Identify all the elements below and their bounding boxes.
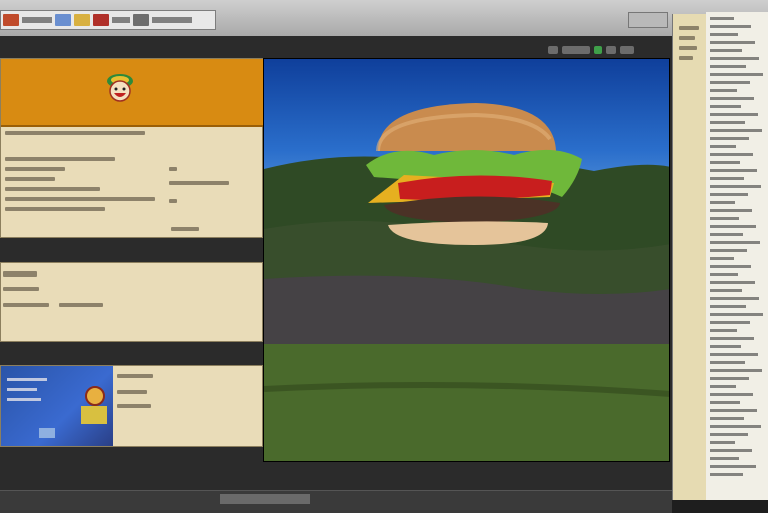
info-card-2[interactable] xyxy=(0,262,263,342)
document-line xyxy=(710,377,749,380)
document-line xyxy=(710,153,753,156)
card-header xyxy=(1,59,264,127)
document-line xyxy=(710,145,736,148)
tab-text-3 xyxy=(152,17,192,23)
image-viewer[interactable] xyxy=(263,58,670,462)
document-line xyxy=(710,81,750,84)
card2-line xyxy=(3,303,49,307)
thumbnail-image[interactable] xyxy=(1,366,113,446)
document-line xyxy=(710,121,745,124)
thumbnail-tabs[interactable] xyxy=(0,10,216,30)
zoom-level-bar[interactable] xyxy=(562,46,590,54)
card2-line xyxy=(59,303,103,307)
document-line xyxy=(710,433,748,436)
card3-text xyxy=(113,366,263,446)
card1-footer-text xyxy=(171,227,201,231)
document-line xyxy=(710,185,761,188)
document-line xyxy=(710,449,752,452)
document-line xyxy=(710,369,762,372)
document-line xyxy=(710,113,758,116)
burger-image xyxy=(366,103,582,245)
status-bar xyxy=(0,490,672,513)
card1-side-text xyxy=(169,167,249,203)
document-line xyxy=(710,289,742,292)
document-line xyxy=(710,41,755,44)
document-line xyxy=(710,337,754,340)
document-line xyxy=(710,313,763,316)
document-panel[interactable] xyxy=(706,12,768,500)
document-line xyxy=(710,401,740,404)
document-line xyxy=(710,441,735,444)
document-line xyxy=(710,385,736,388)
document-line xyxy=(710,177,744,180)
document-line xyxy=(710,193,748,196)
document-line xyxy=(710,329,737,332)
document-line xyxy=(710,417,744,420)
document-line xyxy=(710,257,734,260)
document-line xyxy=(710,33,738,36)
info-card-1[interactable] xyxy=(0,58,264,238)
tab-text-1 xyxy=(22,17,52,23)
settings-icon[interactable] xyxy=(606,46,616,54)
document-line xyxy=(710,17,734,20)
document-line xyxy=(710,345,741,348)
document-line xyxy=(710,305,746,308)
document-line xyxy=(710,393,753,396)
document-line xyxy=(710,161,740,164)
document-line xyxy=(710,49,742,52)
document-line xyxy=(710,297,759,300)
window-controls[interactable] xyxy=(628,12,668,28)
document-line xyxy=(710,353,758,356)
document-line xyxy=(710,321,750,324)
tab-thumb-2[interactable] xyxy=(55,14,71,26)
tab-text-2 xyxy=(112,17,130,23)
document-line xyxy=(710,209,752,212)
document-line xyxy=(710,457,739,460)
tab-thumb-5[interactable] xyxy=(133,14,149,26)
document-line xyxy=(710,25,751,28)
document-line xyxy=(710,473,743,476)
document-line xyxy=(710,57,759,60)
document-line xyxy=(710,273,738,276)
document-line xyxy=(710,241,760,244)
card2-title xyxy=(3,271,37,277)
tab-thumb-4[interactable] xyxy=(93,14,109,26)
document-line xyxy=(710,465,756,468)
document-line xyxy=(710,137,749,140)
document-line xyxy=(710,129,762,132)
document-line xyxy=(710,97,754,100)
document-line xyxy=(710,249,747,252)
document-line xyxy=(710,73,763,76)
side-toolbar[interactable] xyxy=(672,14,707,500)
document-line xyxy=(710,425,761,428)
document-line xyxy=(710,65,746,68)
status-text xyxy=(220,494,310,504)
zoom-icon[interactable] xyxy=(548,46,558,54)
document-line xyxy=(710,233,743,236)
document-line xyxy=(710,281,755,284)
info-card-3[interactable] xyxy=(0,365,263,447)
document-line xyxy=(710,217,739,220)
document-line xyxy=(710,169,757,172)
tab-thumb-3[interactable] xyxy=(74,14,90,26)
document-line xyxy=(710,265,751,268)
tab-thumb-1[interactable] xyxy=(3,14,19,26)
document-line xyxy=(710,225,756,228)
document-line xyxy=(710,201,735,204)
color-icon[interactable] xyxy=(594,46,602,54)
document-line xyxy=(710,105,741,108)
document-line xyxy=(710,89,737,92)
viewer-toolbar xyxy=(548,44,668,56)
toggle-icon[interactable] xyxy=(620,46,634,54)
document-line xyxy=(710,361,745,364)
document-line xyxy=(710,409,757,412)
mascot-logo-icon xyxy=(107,74,133,102)
card2-line xyxy=(3,287,39,291)
